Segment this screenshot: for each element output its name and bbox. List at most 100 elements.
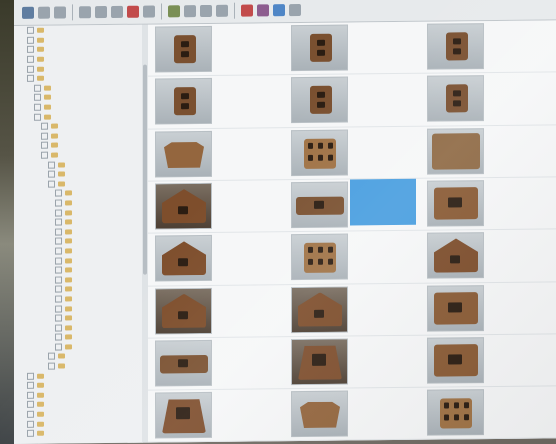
expand-icon[interactable] (55, 305, 62, 313)
file-item[interactable] (148, 75, 284, 126)
thumbnail-image[interactable] (292, 77, 347, 123)
expand-icon[interactable] (55, 189, 62, 197)
tree-scrollbar-thumb[interactable] (143, 64, 147, 275)
expand-icon[interactable] (55, 295, 62, 303)
expand-icon[interactable] (27, 401, 34, 409)
file-item[interactable] (148, 389, 284, 440)
expand-icon[interactable] (27, 55, 34, 63)
tag-icon[interactable] (216, 4, 228, 17)
thumbnail-image[interactable] (428, 24, 483, 69)
expand-icon[interactable] (27, 391, 34, 399)
expand-icon[interactable] (48, 180, 55, 188)
delete-icon[interactable] (127, 5, 139, 18)
file-item[interactable] (420, 282, 556, 333)
expand-icon[interactable] (41, 132, 48, 140)
expand-icon[interactable] (55, 228, 62, 236)
thumbnail-image[interactable] (156, 340, 211, 386)
expand-icon[interactable] (27, 75, 34, 83)
expand-icon[interactable] (55, 247, 62, 255)
expand-icon[interactable] (41, 142, 48, 150)
expand-icon[interactable] (41, 122, 48, 130)
expand-icon[interactable] (27, 420, 34, 428)
expand-icon[interactable] (34, 103, 41, 111)
refresh-icon[interactable] (143, 5, 155, 18)
expand-icon[interactable] (55, 324, 62, 332)
thumbnail-image[interactable] (292, 25, 347, 71)
thumbnail-image[interactable] (156, 393, 211, 438)
expand-icon[interactable] (55, 333, 62, 341)
file-item[interactable] (284, 388, 420, 439)
file-item[interactable] (284, 336, 420, 387)
tree-item[interactable] (14, 428, 142, 439)
file-item[interactable] (284, 126, 420, 177)
expand-icon[interactable] (55, 343, 62, 351)
thumbnail-image[interactable] (428, 128, 483, 174)
forward-icon[interactable] (38, 6, 50, 19)
expand-icon[interactable] (41, 151, 48, 159)
file-item[interactable] (420, 334, 556, 385)
expand-icon[interactable] (55, 199, 62, 207)
file-item[interactable] (284, 231, 420, 282)
expand-icon[interactable] (48, 353, 55, 361)
thumbnail-image[interactable] (428, 390, 483, 435)
file-item[interactable] (148, 285, 284, 336)
expand-icon[interactable] (48, 161, 55, 169)
expand-icon[interactable] (27, 27, 34, 35)
expand-icon[interactable] (34, 113, 41, 121)
expand-icon[interactable] (55, 266, 62, 274)
cut-icon[interactable] (95, 5, 107, 18)
thumbnail-image[interactable] (292, 130, 347, 175)
expand-icon[interactable] (27, 410, 34, 418)
copy-icon[interactable] (79, 5, 91, 18)
expand-icon[interactable] (55, 314, 62, 322)
thumbnail-image[interactable] (292, 287, 347, 332)
file-item[interactable] (420, 230, 556, 281)
thumbnail-image[interactable] (292, 391, 347, 437)
expand-icon[interactable] (34, 94, 41, 102)
up-icon[interactable] (54, 5, 66, 19)
expand-icon[interactable] (27, 36, 34, 44)
thumbnail-image[interactable] (428, 285, 483, 331)
expand-icon[interactable] (48, 362, 55, 370)
thumbnail-image[interactable] (156, 79, 211, 124)
thumbnail-image[interactable] (292, 182, 347, 227)
folder-tree[interactable] (14, 24, 143, 444)
file-item[interactable] (148, 128, 284, 179)
thumbnail-image[interactable] (156, 236, 211, 281)
thumbnail-image[interactable] (292, 234, 347, 280)
file-item[interactable] (284, 283, 420, 334)
expand-icon[interactable] (48, 170, 55, 178)
file-item[interactable] (420, 20, 556, 71)
expand-icon[interactable] (55, 285, 62, 293)
file-item[interactable] (420, 125, 556, 176)
thumbnail-image[interactable] (156, 131, 211, 177)
color-icon[interactable] (257, 3, 269, 16)
file-item[interactable] (148, 232, 284, 283)
file-item[interactable] (148, 337, 284, 388)
file-item[interactable] (148, 23, 284, 74)
expand-icon[interactable] (27, 382, 34, 390)
file-item[interactable] (148, 180, 284, 231)
thumbnail-image[interactable] (428, 337, 483, 383)
file-item[interactable] (420, 73, 556, 124)
expand-icon[interactable] (55, 218, 62, 226)
thumbnail-image[interactable] (156, 26, 211, 72)
thumbnail-image[interactable] (292, 339, 347, 384)
file-item[interactable] (284, 22, 420, 73)
info-icon[interactable] (273, 3, 285, 16)
thumbnail-image[interactable] (428, 76, 483, 121)
expand-icon[interactable] (27, 430, 34, 438)
thumbnail-image[interactable] (428, 233, 483, 278)
filter-icon[interactable] (200, 4, 212, 17)
view-icon[interactable] (168, 4, 180, 17)
paste-icon[interactable] (111, 5, 123, 18)
back-icon[interactable] (22, 6, 34, 19)
file-item[interactable] (284, 74, 420, 125)
expand-icon[interactable] (55, 276, 62, 284)
expand-icon[interactable] (34, 84, 41, 92)
expand-icon[interactable] (55, 209, 62, 217)
expand-icon[interactable] (27, 372, 34, 380)
expand-icon[interactable] (27, 65, 34, 73)
file-item[interactable] (420, 386, 556, 437)
help-icon[interactable] (289, 3, 301, 16)
